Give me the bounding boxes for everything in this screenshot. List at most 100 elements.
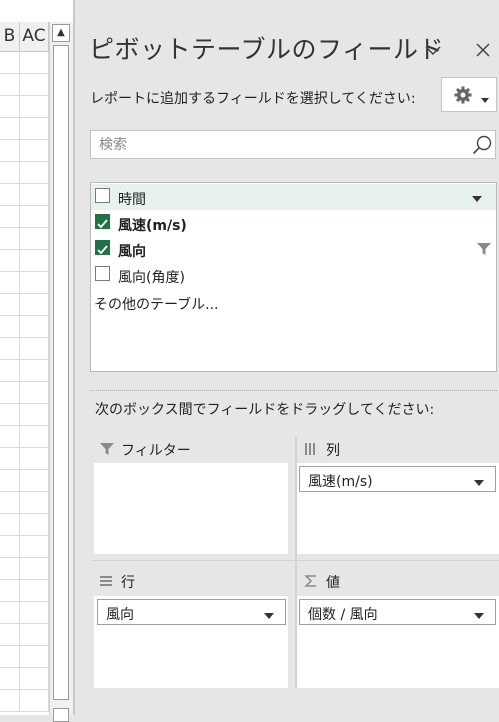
grid-cell[interactable] [0,492,20,514]
grid-cell[interactable] [0,668,20,690]
columns-area-title: 列 [326,443,340,459]
drag-fields-label: 次のボックス間でフィールドをドラッグしてください: [95,402,435,418]
column-header-b[interactable]: B [0,22,20,52]
gear-icon [453,85,473,105]
grid-cell[interactable] [20,52,49,74]
column-header-ac[interactable]: AC [20,22,49,52]
section-divider[interactable] [90,390,497,391]
grid-cell[interactable] [20,294,49,316]
search-input[interactable] [91,131,469,158]
grid-cell[interactable] [0,580,20,602]
vertical-scrollbar[interactable]: ▲ [49,22,73,722]
grid-cell[interactable] [20,580,49,602]
chip-dropdown-icon[interactable] [473,607,485,619]
grid-cell[interactable] [20,162,49,184]
grid-cell[interactable] [0,228,20,250]
field-label-wind-direction: 風向 [118,244,146,260]
grid-cell[interactable] [20,206,49,228]
grid-cell[interactable] [0,602,20,624]
grid-cell[interactable] [0,382,20,404]
field-dropdown-icon[interactable] [471,190,483,202]
grid-cell[interactable] [0,536,20,558]
grid-cell[interactable] [0,184,20,206]
grid-cell[interactable] [20,96,49,118]
grid-cell[interactable] [20,404,49,426]
grid-cell[interactable] [20,74,49,96]
grid-cell[interactable] [20,492,49,514]
grid-cell[interactable] [0,140,20,162]
scroll-thumb[interactable] [53,45,69,700]
search-box[interactable] [90,130,496,159]
grid-cell[interactable] [0,250,20,272]
field-checkbox-wind-speed[interactable] [95,214,110,229]
grid-cell[interactable] [20,624,49,646]
grid-cell[interactable] [0,74,20,96]
grid-cell[interactable] [20,250,49,272]
chip-dropdown-icon[interactable] [263,607,275,619]
grid-cell[interactable] [20,316,49,338]
grid-cell[interactable] [0,96,20,118]
grid-cell[interactable] [20,382,49,404]
grid-cell[interactable] [20,514,49,536]
grid-cell[interactable] [0,404,20,426]
field-checkbox-wind-angle[interactable] [95,266,110,281]
grid-cell[interactable] [20,338,49,360]
columns-icon [304,441,320,455]
grid-cell[interactable] [0,426,20,448]
field-row-wind-direction[interactable]: 風向 [91,236,496,262]
scroll-up-button[interactable]: ▲ [52,24,70,42]
grid-cell[interactable] [20,536,49,558]
pane-title: ピボットテーブルのフィールド [89,35,445,64]
tools-button[interactable] [441,77,497,112]
grid-cell[interactable] [20,558,49,580]
grid-cell[interactable] [0,558,20,580]
field-row-wind-speed[interactable]: 風速(m/s) [91,210,496,236]
grid-cell[interactable] [20,426,49,448]
grid-cell[interactable] [20,668,49,690]
columns-field-chip[interactable]: 風速(m/s) [299,466,496,492]
grid-cell[interactable] [20,646,49,668]
more-tables-link[interactable]: その他のテーブル... [94,294,219,314]
sigma-icon [304,573,320,587]
chip-dropdown-icon[interactable] [473,474,485,486]
grid-cell[interactable] [0,52,20,74]
grid-cell[interactable] [0,646,20,668]
grid-cell[interactable] [0,316,20,338]
rows-field-chip[interactable]: 風向 [97,599,286,625]
grid-cell[interactable] [0,338,20,360]
values-field-chip[interactable]: 個数 / 風向 [299,599,496,625]
filter-icon [99,441,115,455]
close-icon[interactable] [473,40,493,60]
grid-cell[interactable] [0,514,20,536]
worksheet-area[interactable]: B AC ▲ [0,0,75,722]
grid-cell[interactable] [0,624,20,646]
grid-cell[interactable] [0,206,20,228]
scroll-down-button[interactable] [53,708,69,722]
field-checkbox-time[interactable] [95,188,110,203]
grid-cell[interactable] [20,690,49,712]
grid-cell[interactable] [20,228,49,250]
grid-cell[interactable] [20,360,49,382]
field-checkbox-wind-direction[interactable] [95,240,110,255]
grid-cell[interactable] [0,448,20,470]
grid-cell[interactable] [0,690,20,712]
search-icon[interactable] [471,134,493,156]
grid-cell[interactable] [20,448,49,470]
grid-cell[interactable] [0,272,20,294]
grid-cell[interactable] [20,140,49,162]
pane-options-chevron-icon[interactable] [423,40,443,60]
grid-cell[interactable] [0,360,20,382]
grid-cell[interactable] [20,602,49,624]
grid-cell[interactable] [20,184,49,206]
field-row-time[interactable]: 時間 [91,184,496,210]
grid-cell[interactable] [20,470,49,492]
grid-cell[interactable] [0,294,20,316]
filters-drop-zone[interactable] [94,463,288,554]
filter-applied-icon[interactable] [477,241,491,255]
grid-cell[interactable] [0,470,20,492]
field-row-wind-angle[interactable]: 風向(角度) [91,262,496,288]
grid-cell[interactable] [0,162,20,184]
grid-cell[interactable] [20,118,49,140]
grid-cell[interactable] [20,272,49,294]
grid-cell[interactable] [0,118,20,140]
